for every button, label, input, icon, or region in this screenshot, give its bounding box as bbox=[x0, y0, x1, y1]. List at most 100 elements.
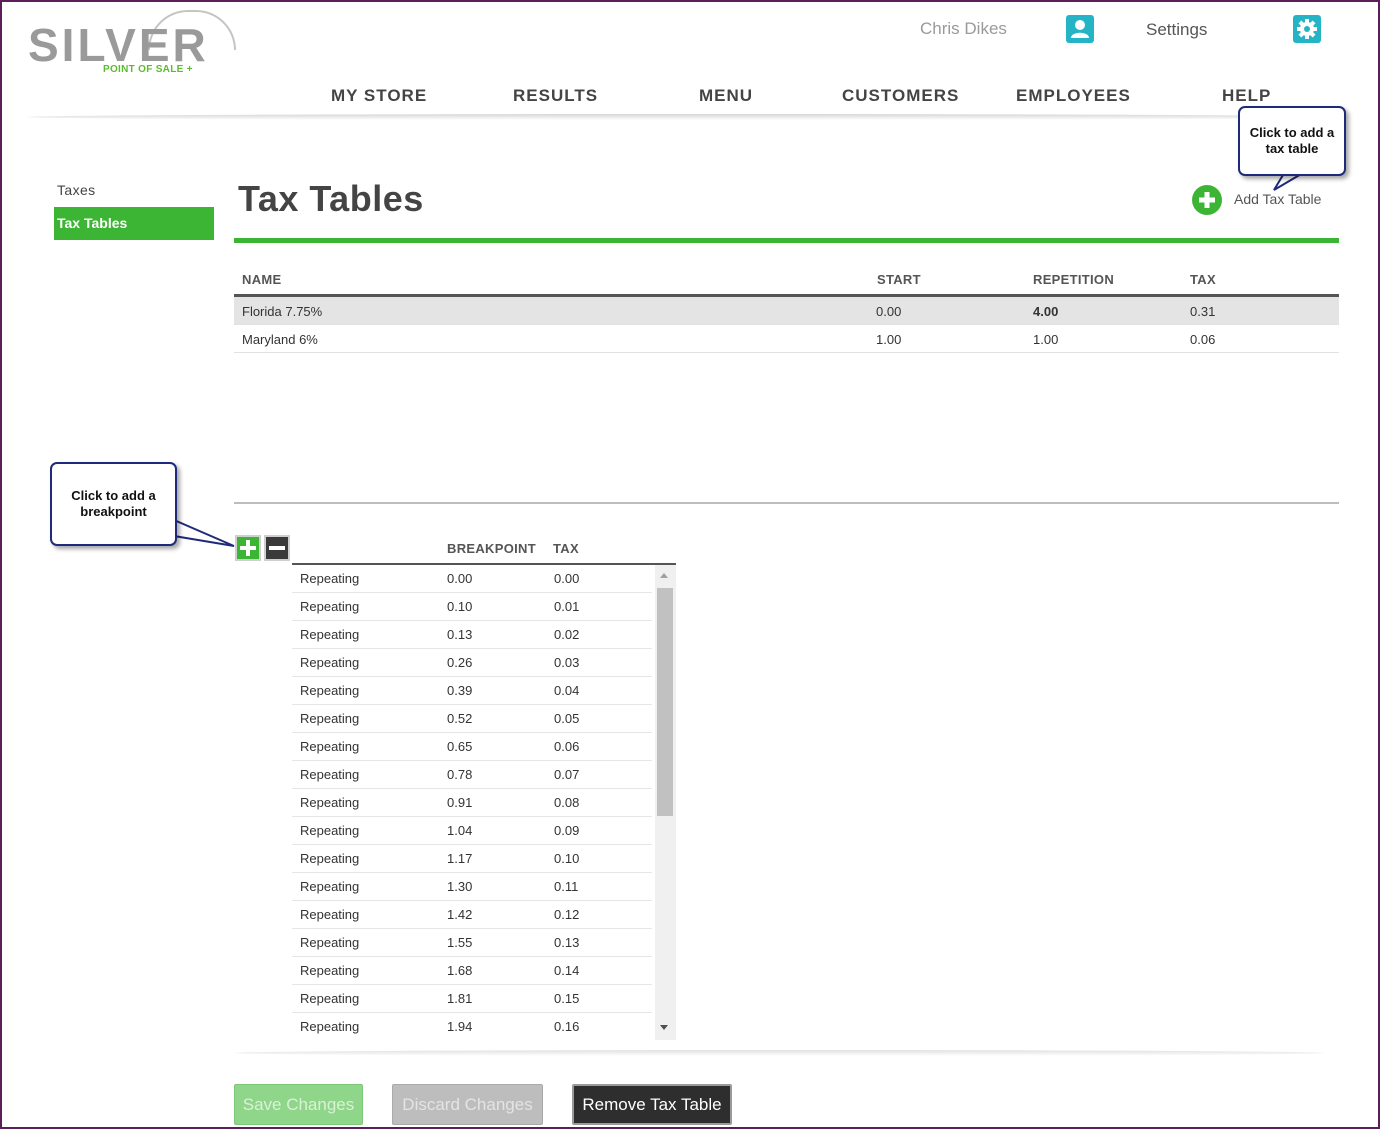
cell-breakpoint: 0.13 bbox=[447, 627, 473, 642]
breakpoint-row[interactable]: Repeating 0.26 0.03 bbox=[292, 649, 652, 677]
cell-breakpoint: 1.42 bbox=[447, 907, 473, 922]
cell-type: Repeating bbox=[300, 683, 360, 698]
breakpoint-row[interactable]: Repeating 1.17 0.10 bbox=[292, 845, 652, 873]
breakpoint-row[interactable]: Repeating 1.68 0.14 bbox=[292, 957, 652, 985]
remove-breakpoint-button[interactable] bbox=[264, 535, 290, 561]
breakpoint-row[interactable]: Repeating 1.42 0.12 bbox=[292, 901, 652, 929]
breakpoint-row[interactable]: Repeating 0.91 0.08 bbox=[292, 789, 652, 817]
cell-type: Repeating bbox=[300, 571, 360, 586]
cell-breakpoint: 0.78 bbox=[447, 767, 473, 782]
cell-tax: 0.06 bbox=[1190, 332, 1216, 347]
cell-tax: 0.16 bbox=[554, 1019, 580, 1034]
user-name[interactable]: Chris Dikes bbox=[920, 19, 1007, 39]
cell-breakpoint: 1.81 bbox=[447, 991, 473, 1006]
cell-breakpoint: 0.10 bbox=[447, 599, 473, 614]
column-header-breakpoint[interactable]: BREAKPOINT bbox=[447, 541, 536, 556]
cell-tax: 0.13 bbox=[554, 935, 580, 950]
nav-customers[interactable]: CUSTOMERS bbox=[842, 86, 959, 106]
cell-start: 0.00 bbox=[876, 304, 902, 319]
cell-tax: 0.31 bbox=[1190, 304, 1216, 319]
cell-breakpoint: 0.91 bbox=[447, 795, 473, 810]
cell-breakpoint: 0.26 bbox=[447, 655, 473, 670]
user-profile-icon[interactable] bbox=[1066, 15, 1094, 43]
cell-breakpoint: 1.68 bbox=[447, 963, 473, 978]
cell-breakpoint: 1.55 bbox=[447, 935, 473, 950]
main-nav: MY STORE RESULTS MENU CUSTOMERS EMPLOYEE… bbox=[0, 86, 1380, 108]
cell-type: Repeating bbox=[300, 823, 360, 838]
logo-wordmark: SILVER bbox=[28, 19, 209, 71]
cell-tax: 0.09 bbox=[554, 823, 580, 838]
column-header-tax[interactable]: TAX bbox=[1190, 272, 1216, 287]
breakpoint-row[interactable]: Repeating 0.78 0.07 bbox=[292, 761, 652, 789]
cell-tax: 0.02 bbox=[554, 627, 580, 642]
remove-tax-table-button[interactable]: Remove Tax Table bbox=[572, 1084, 732, 1125]
breakpoint-row[interactable]: Repeating 1.30 0.11 bbox=[292, 873, 652, 901]
cell-tax: 0.00 bbox=[554, 571, 580, 586]
table-row[interactable]: Florida 7.75% 0.00 4.00 0.31 bbox=[234, 297, 1339, 325]
nav-menu[interactable]: MENU bbox=[699, 86, 753, 106]
save-changes-button[interactable]: Save Changes bbox=[234, 1084, 363, 1125]
page-title: Tax Tables bbox=[238, 178, 424, 219]
cell-breakpoint: 0.52 bbox=[447, 711, 473, 726]
breakpoint-row[interactable]: Repeating 1.94 0.16 bbox=[292, 1013, 652, 1040]
table-row[interactable]: Maryland 6% 1.00 1.00 0.06 bbox=[234, 325, 1339, 353]
cell-type: Repeating bbox=[300, 935, 360, 950]
column-header-bp-tax[interactable]: TAX bbox=[553, 541, 579, 556]
cell-name: Florida 7.75% bbox=[242, 304, 323, 319]
cell-type: Repeating bbox=[300, 991, 360, 1006]
breakpoint-row[interactable]: Repeating 1.04 0.09 bbox=[292, 817, 652, 845]
cell-type: Repeating bbox=[300, 907, 360, 922]
cell-type: Repeating bbox=[300, 739, 360, 754]
sidebar-item-taxes[interactable]: Taxes bbox=[57, 182, 96, 198]
cell-breakpoint: 1.94 bbox=[447, 1019, 473, 1034]
cell-type: Repeating bbox=[300, 655, 360, 670]
column-header-repetition[interactable]: REPETITION bbox=[1033, 272, 1114, 287]
column-header-name[interactable]: NAME bbox=[242, 272, 281, 287]
scrollbar-thumb[interactable] bbox=[657, 588, 673, 816]
breakpoint-list[interactable]: Repeating 0.00 0.00 Repeating 0.10 0.01 Repeat… bbox=[292, 565, 676, 1040]
cell-breakpoint: 0.39 bbox=[447, 683, 473, 698]
cell-type: Repeating bbox=[300, 851, 360, 866]
title-divider bbox=[234, 238, 1339, 243]
cell-type: Repeating bbox=[300, 767, 360, 782]
cell-type: Repeating bbox=[300, 1019, 360, 1034]
cell-start: 1.00 bbox=[876, 332, 902, 347]
settings-link[interactable]: Settings bbox=[1146, 20, 1207, 40]
cell-tax: 0.12 bbox=[554, 907, 580, 922]
cell-type: Repeating bbox=[300, 795, 360, 810]
nav-my-store[interactable]: MY STORE bbox=[331, 86, 427, 106]
breakpoint-row[interactable]: Repeating 0.13 0.02 bbox=[292, 621, 652, 649]
scroll-down-arrow-icon[interactable] bbox=[660, 1025, 668, 1030]
nav-employees[interactable]: EMPLOYEES bbox=[1016, 86, 1131, 106]
cell-tax: 0.06 bbox=[554, 739, 580, 754]
cell-tax: 0.05 bbox=[554, 711, 580, 726]
scroll-up-arrow-icon[interactable] bbox=[660, 573, 668, 578]
breakpoint-row[interactable]: Repeating 0.00 0.00 bbox=[292, 565, 652, 593]
callout-add-breakpoint: Click to add a breakpoint bbox=[50, 462, 177, 546]
callout-add-tax-table: Click to add a tax table bbox=[1238, 106, 1346, 176]
nav-results[interactable]: RESULTS bbox=[513, 86, 598, 106]
column-header-start[interactable]: START bbox=[877, 272, 921, 287]
window-frame bbox=[0, 0, 1380, 1129]
callout-pointer bbox=[172, 518, 235, 547]
cell-type: Repeating bbox=[300, 963, 360, 978]
cell-type: Repeating bbox=[300, 599, 360, 614]
cell-tax: 0.03 bbox=[554, 655, 580, 670]
breakpoint-row[interactable]: Repeating 0.65 0.06 bbox=[292, 733, 652, 761]
breakpoint-row[interactable]: Repeating 1.81 0.15 bbox=[292, 985, 652, 1013]
breakpoint-row[interactable]: Repeating 0.52 0.05 bbox=[292, 705, 652, 733]
add-tax-table-icon[interactable] bbox=[1192, 185, 1222, 215]
gear-icon[interactable] bbox=[1293, 15, 1321, 43]
section-divider bbox=[234, 502, 1339, 504]
breakpoint-row[interactable]: Repeating 0.10 0.01 bbox=[292, 593, 652, 621]
breakpoint-row[interactable]: Repeating 1.55 0.13 bbox=[292, 929, 652, 957]
footer-divider bbox=[234, 1050, 1324, 1056]
cell-breakpoint: 0.65 bbox=[447, 739, 473, 754]
nav-help[interactable]: HELP bbox=[1222, 86, 1271, 106]
discard-changes-button[interactable]: Discard Changes bbox=[392, 1084, 543, 1125]
breakpoint-row[interactable]: Repeating 0.39 0.04 bbox=[292, 677, 652, 705]
cell-breakpoint: 1.04 bbox=[447, 823, 473, 838]
sidebar-item-tax-tables[interactable]: Tax Tables bbox=[54, 207, 214, 240]
add-breakpoint-button[interactable] bbox=[235, 535, 261, 561]
silver-logo[interactable]: SILVER POINT OF SALE + bbox=[28, 8, 236, 78]
